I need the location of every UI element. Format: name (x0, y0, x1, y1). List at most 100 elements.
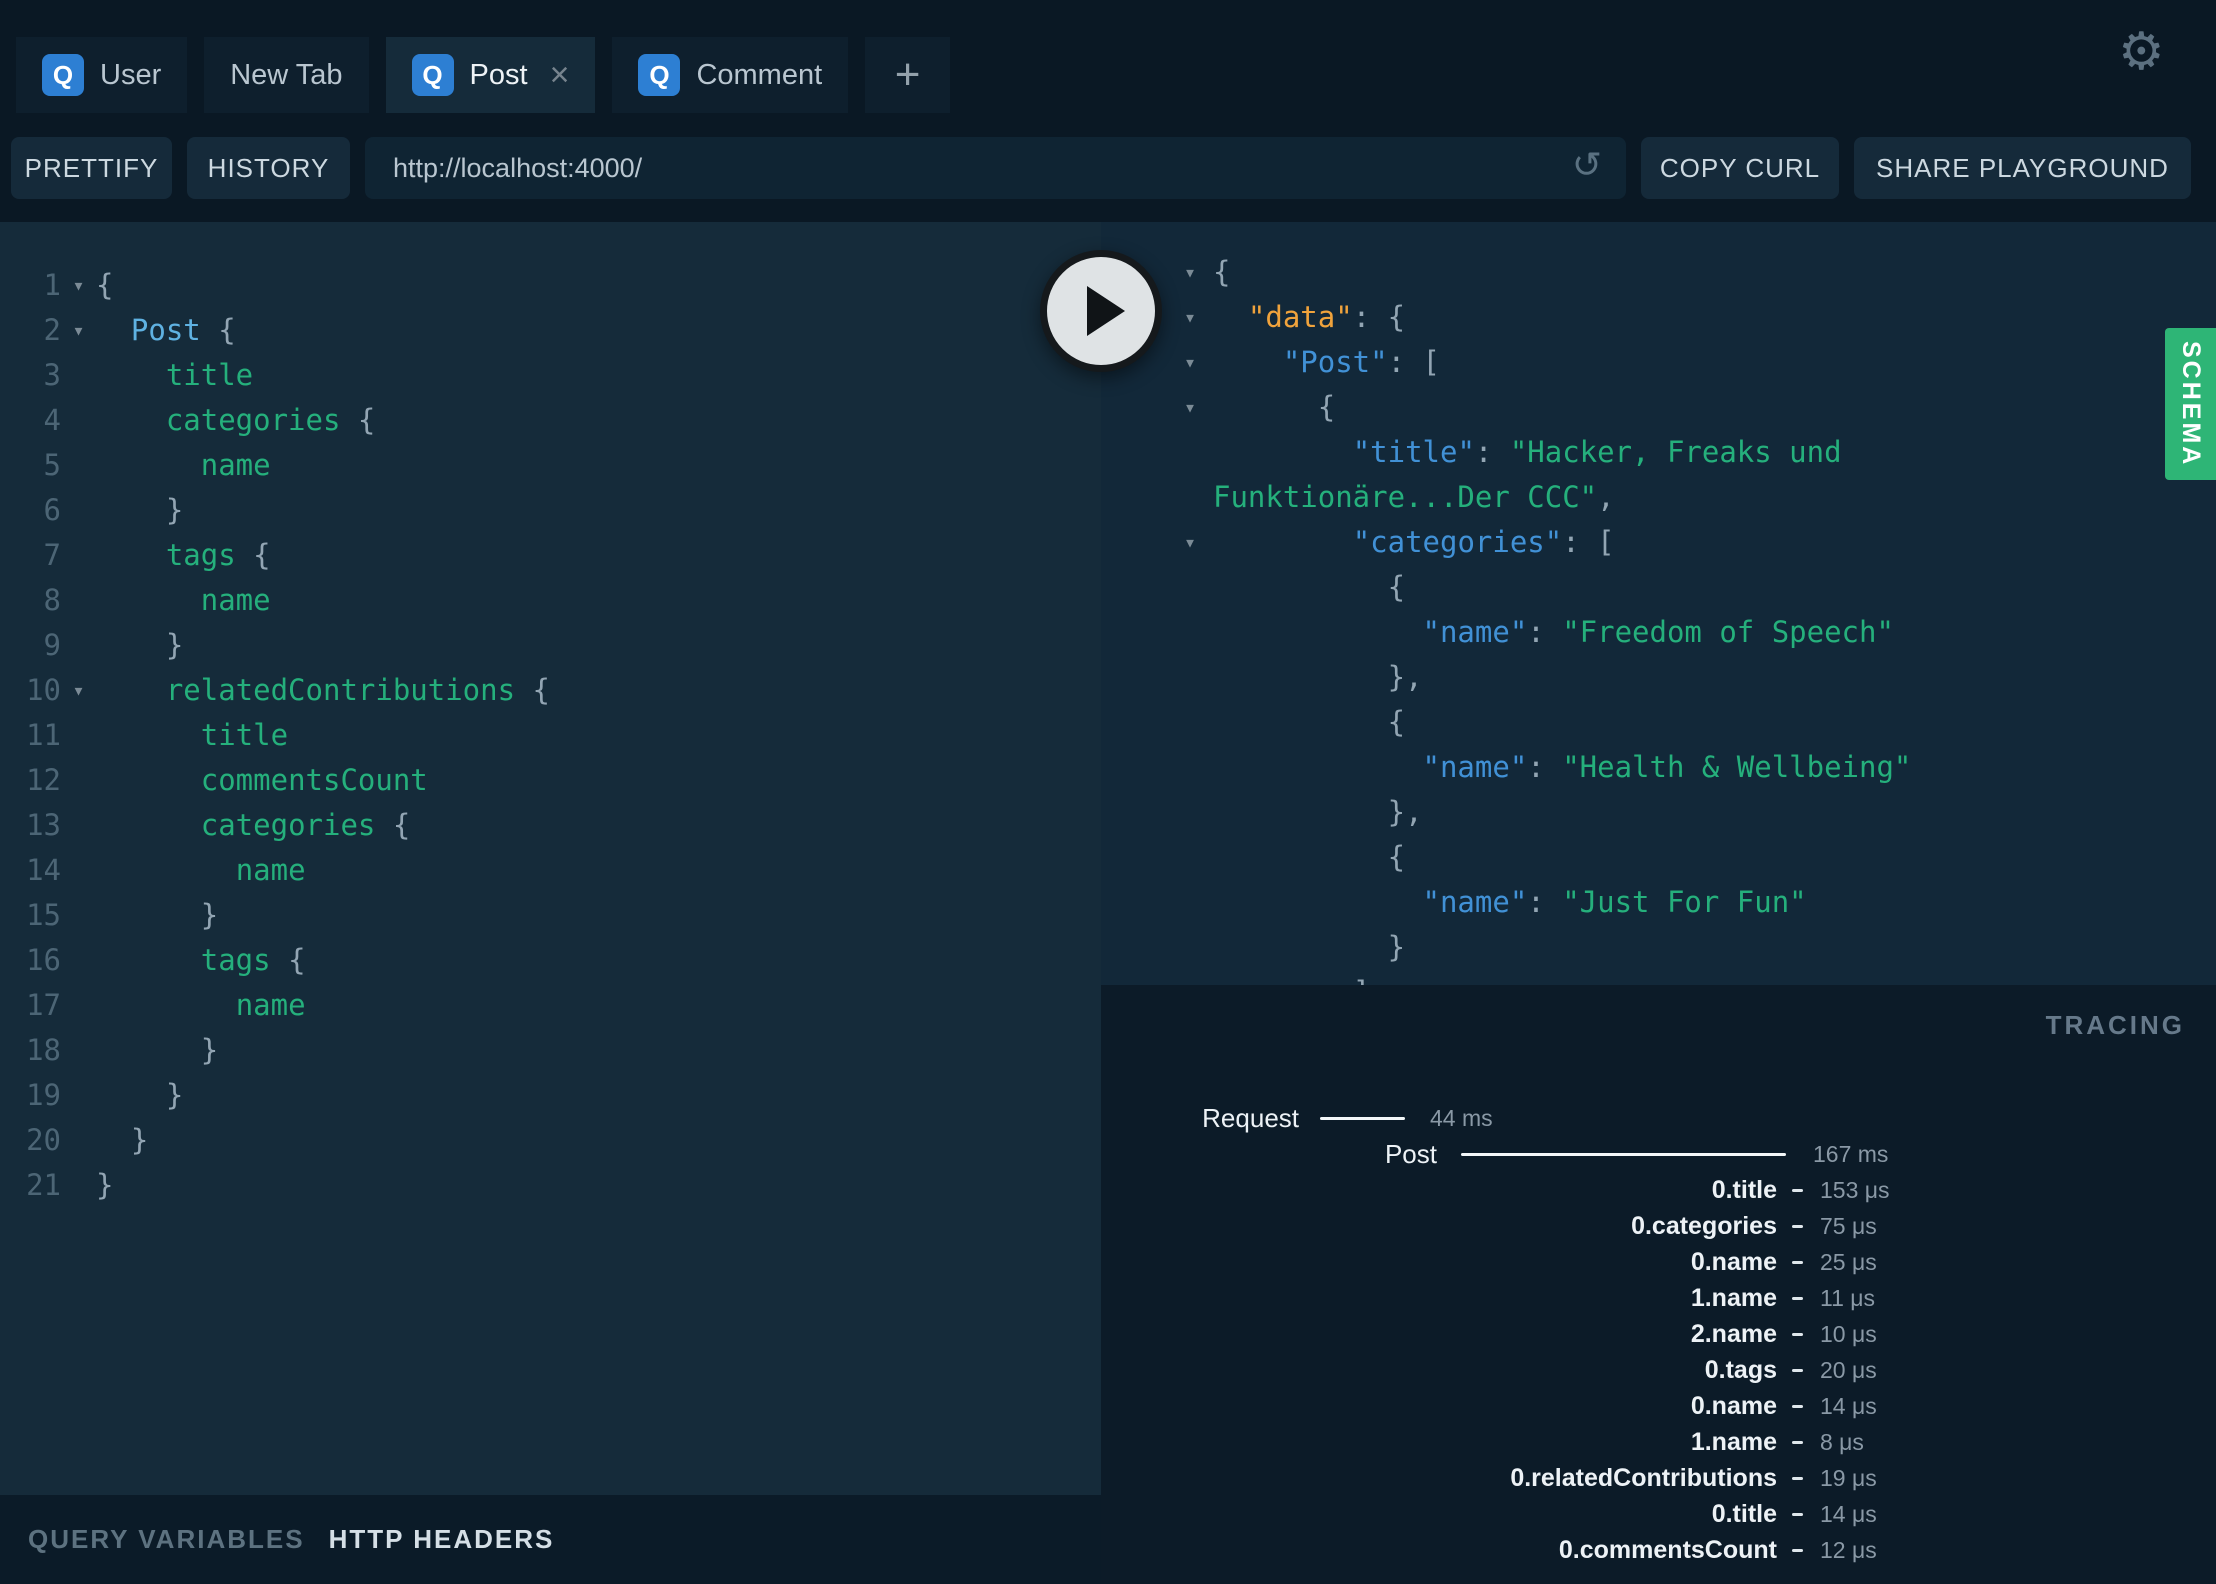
collapse-arrow-icon[interactable]: ▾ (61, 263, 96, 308)
prettify-button[interactable]: PRETTIFY (11, 137, 172, 199)
http-headers-tab[interactable]: HTTP HEADERS (329, 1524, 555, 1555)
code-text: "title": "Hacker, Freaks und (1213, 430, 1842, 475)
trace-row: 0.commentsCount 12 μs (1101, 1532, 2216, 1568)
token-str: "Just For Fun" (1562, 885, 1807, 919)
share-playground-button[interactable]: SHARE PLAYGROUND (1854, 137, 2191, 199)
response-line: ▾ { (1101, 385, 2216, 430)
gutter-spacer (61, 623, 96, 668)
gutter-spacer (1184, 475, 1213, 520)
gutter-spacer (61, 488, 96, 533)
response-line: { (1101, 835, 2216, 880)
trace-bar (1320, 1116, 1405, 1120)
token-punc: { (375, 808, 411, 842)
tab-new-tab[interactable]: New Tab (204, 37, 369, 113)
token-punc: } (96, 1168, 114, 1202)
code-text: } (96, 623, 183, 668)
gutter-spacer (61, 1028, 96, 1073)
token-str: "Hacker, Freaks und (1509, 435, 1842, 469)
trace-label: 1.name (1690, 1427, 1777, 1456)
token-punc: : [ (1387, 345, 1440, 379)
copy-curl-button[interactable]: COPY CURL (1641, 137, 1839, 199)
trace-label: 1.name (1690, 1283, 1777, 1312)
line-number: 4 (43, 403, 61, 437)
gutter-spacer (1184, 655, 1213, 700)
token-punc: }, (1387, 660, 1423, 694)
collapse-arrow-icon[interactable]: ▾ (61, 668, 96, 713)
token-type: Post (130, 313, 201, 347)
response-line: ▾ "Post": [ (1101, 340, 2216, 385)
query-editor[interactable]: 1 ▾{2 ▾ Post {3 title 4 categories {5 name 6… (0, 222, 1101, 1495)
code-text: { (96, 263, 113, 308)
gutter-spacer (61, 1073, 96, 1118)
query-variables-tab[interactable]: QUERY VARIABLES (28, 1524, 305, 1555)
token-punc: { (1387, 705, 1406, 739)
gutter-spacer (1184, 925, 1213, 970)
token-punc: { (200, 313, 236, 347)
tab-post[interactable]: Q Post × (385, 37, 596, 113)
gutter-spacer (61, 443, 96, 488)
close-tab-icon[interactable]: × (550, 58, 570, 92)
reload-icon[interactable]: ↺ (1572, 147, 1602, 183)
line-number: 8 (43, 583, 61, 617)
token-str: Funktionäre...Der CCC" (1213, 480, 1598, 514)
token-punc: : { (1352, 300, 1406, 334)
collapse-arrow-icon[interactable]: ▾ (61, 308, 96, 353)
line-number: 21 (26, 1168, 61, 1202)
line-number: 7 (43, 538, 61, 572)
token-field: title (165, 358, 254, 392)
trace-time: 19 μs (1820, 1464, 1877, 1491)
code-text: title (96, 353, 253, 398)
token-punc: { (1387, 840, 1406, 874)
settings-gear-icon[interactable]: ⚙ (2118, 26, 2165, 78)
query-line: 12 commentsCount (0, 758, 1101, 803)
line-number: 14 (26, 853, 61, 887)
code-text: } (1213, 925, 1405, 970)
query-line: 15 } (0, 893, 1101, 938)
gutter-spacer (1184, 835, 1213, 880)
line-number: 2 (43, 313, 61, 347)
url-input[interactable] (365, 137, 1626, 199)
schema-tab-button[interactable]: SCHEMA (2165, 328, 2216, 480)
line-number: 17 (26, 988, 61, 1022)
response-line: Funktionäre...Der CCC", (1101, 475, 2216, 520)
trace-row: 0.name 14 μs (1101, 1388, 2216, 1424)
line-number: 5 (43, 448, 61, 482)
token-punc: } (165, 1078, 184, 1112)
gutter-spacer (1184, 970, 1213, 985)
token-field: title (200, 718, 289, 752)
history-button[interactable]: HISTORY (187, 137, 350, 199)
collapse-arrow-icon[interactable]: ▾ (1184, 385, 1213, 430)
trace-bar (1792, 1440, 1803, 1444)
trace-bar (1792, 1368, 1803, 1372)
query-line: 19 } (0, 1073, 1101, 1118)
code-text: } (96, 893, 218, 938)
line-number: 9 (43, 628, 61, 662)
token-punc: { (1213, 255, 1231, 289)
collapse-arrow-icon[interactable]: ▾ (1184, 520, 1213, 565)
trace-row: Request 44 ms (1101, 1100, 2216, 1136)
gutter-spacer (1184, 610, 1213, 655)
collapse-arrow-icon[interactable]: ▾ (1184, 250, 1213, 295)
trace-bar (1792, 1296, 1803, 1300)
code-text: } (96, 488, 183, 533)
response-line: "name": "Freedom of Speech" (1101, 610, 2216, 655)
token-key: "name" (1422, 615, 1528, 649)
token-punc: { (340, 403, 376, 437)
gutter-spacer (61, 758, 96, 803)
code-text: } (96, 1073, 183, 1118)
query-line: 20 } (0, 1118, 1101, 1163)
add-tab-button[interactable]: + (865, 37, 951, 113)
collapse-arrow-icon[interactable]: ▾ (1184, 340, 1213, 385)
code-text: name (96, 578, 271, 623)
tab-comment[interactable]: Q Comment (612, 37, 849, 113)
collapse-arrow-icon[interactable]: ▾ (1184, 295, 1213, 340)
code-text: { (1213, 700, 1405, 745)
line-number: 6 (43, 493, 61, 527)
play-button[interactable] (1040, 250, 1162, 372)
tab-user[interactable]: Q User (16, 37, 188, 113)
trace-time: 10 μs (1820, 1320, 1877, 1347)
token-punc: } (1387, 930, 1406, 964)
trace-time: 25 μs (1820, 1248, 1877, 1275)
token-punc: , (1597, 480, 1615, 514)
token-punc: } (200, 898, 219, 932)
